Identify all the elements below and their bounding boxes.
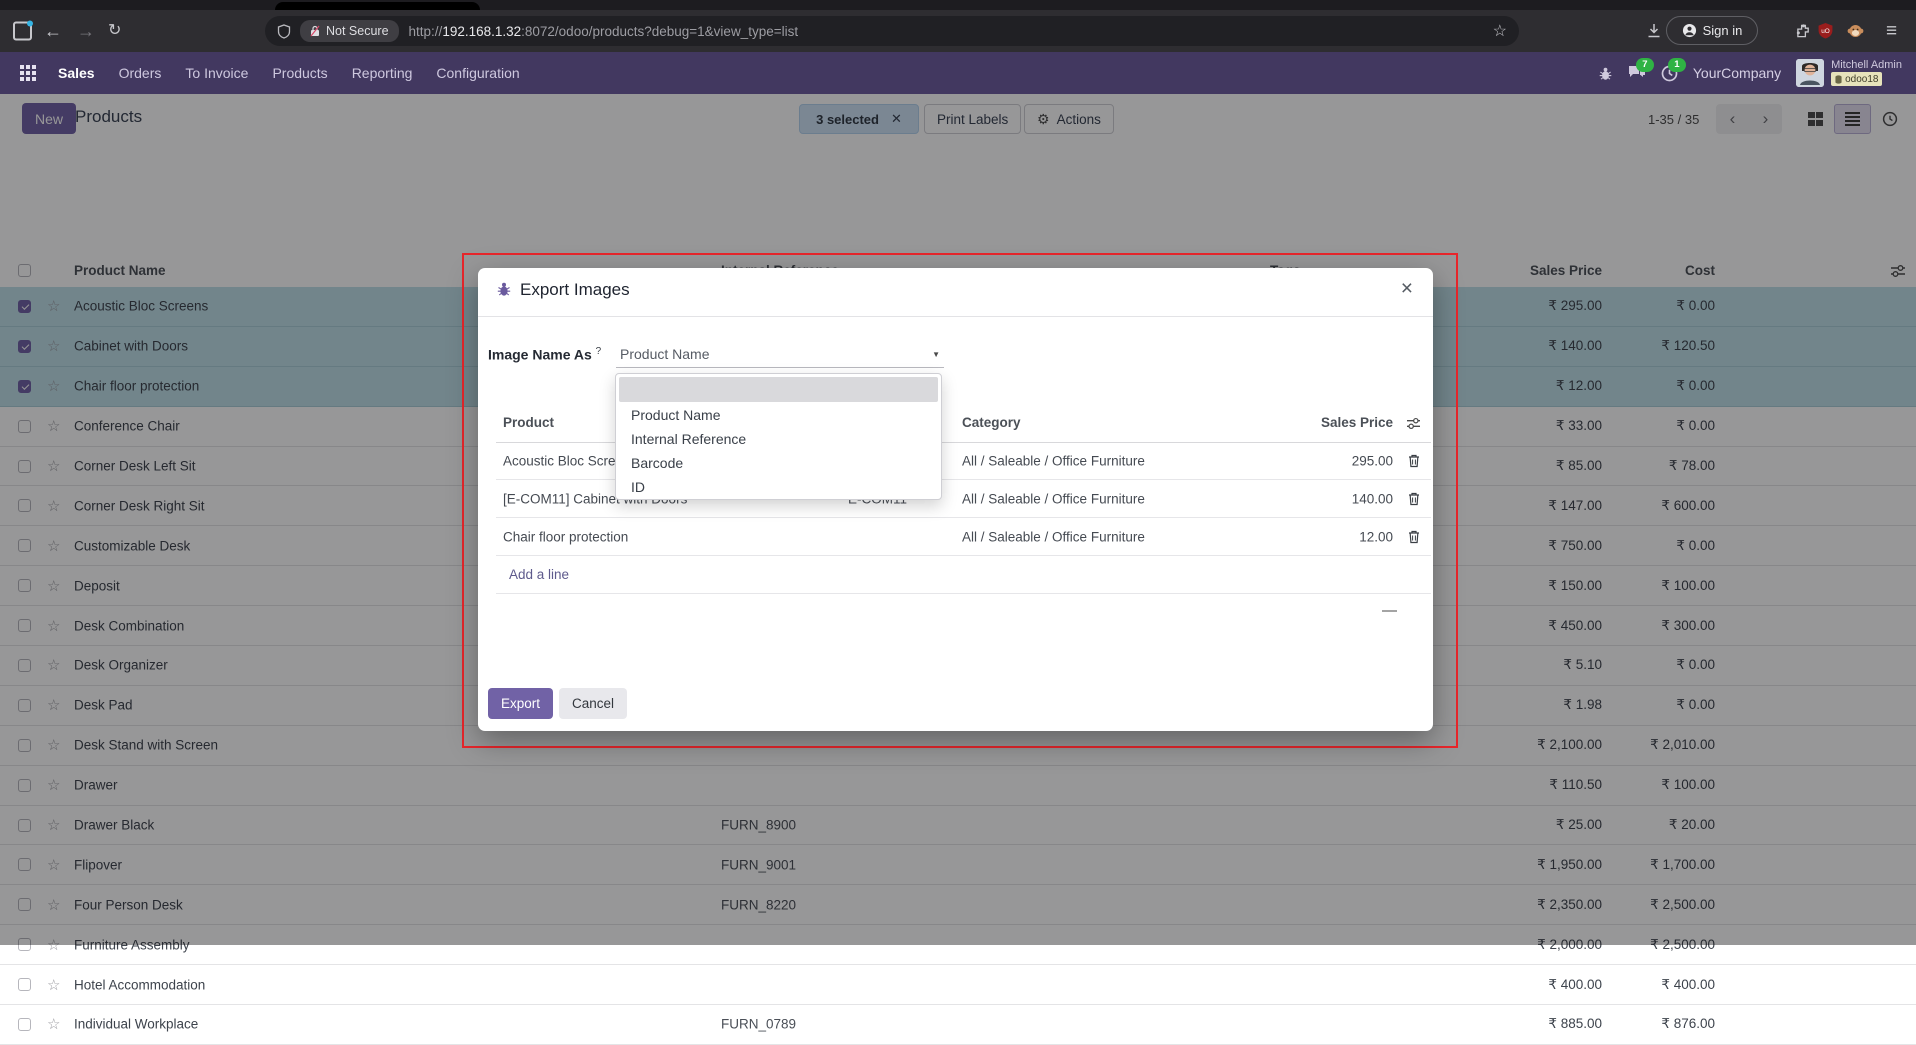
image-name-as-select[interactable]: Product Name ▼ <box>616 342 944 368</box>
back-icon[interactable]: ← <box>44 22 62 40</box>
site-info-shield-icon[interactable] <box>277 24 291 39</box>
dialog-header-product[interactable]: Product <box>503 415 554 430</box>
dialog-header-category[interactable]: Category <box>962 415 1021 430</box>
sales-price-cell: ₹ 885.00 <box>1548 1016 1602 1032</box>
select-value: Product Name <box>620 346 709 362</box>
lock-slash-icon <box>310 25 320 37</box>
delete-row-trash-icon[interactable] <box>1408 454 1420 468</box>
dropdown-option[interactable] <box>619 377 938 402</box>
dialog-header-sales-price[interactable]: Sales Price <box>1321 415 1393 430</box>
dialog-table-row[interactable]: Chair floor protection All / Saleable / … <box>496 518 1431 556</box>
apps-grid-icon[interactable] <box>20 65 36 81</box>
dropdown-option[interactable]: Internal Reference <box>619 427 938 451</box>
browser-tab-strip <box>0 0 1916 10</box>
favorite-star-icon[interactable]: ☆ <box>47 976 60 994</box>
menu-configuration[interactable]: Configuration <box>436 65 519 81</box>
image-name-as-label: Image Name As ? <box>488 346 601 363</box>
activity-count-badge: 1 <box>1668 58 1686 72</box>
user-avatar <box>1796 59 1824 87</box>
adblock-shield-icon[interactable]: uO <box>1818 23 1833 39</box>
browser-chrome: ← → ↻ Not Secure http://192.168.1.32:807… <box>0 0 1916 52</box>
url-path: :8072/odoo/products?debug=1&view_type=li… <box>521 24 798 39</box>
select-dropdown-menu: Product NameInternal ReferenceBarcodeID <box>615 373 942 500</box>
chat-count-badge: 7 <box>1636 58 1654 72</box>
dialog-product-cell: Chair floor protection <box>503 529 628 544</box>
cost-cell: ₹ 876.00 <box>1661 1016 1715 1032</box>
field-help-icon[interactable]: ? <box>596 346 602 357</box>
menu-orders[interactable]: Orders <box>119 65 162 81</box>
user-menu[interactable]: Mitchell Admin odoo18 <box>1796 58 1902 88</box>
dialog-price-cell: 140.00 <box>1352 491 1393 506</box>
profile-icon <box>1682 23 1697 38</box>
add-a-line-link[interactable]: Add a line <box>503 566 575 583</box>
odoo-navbar: Sales Orders To Invoice Products Reporti… <box>0 52 1916 94</box>
forward-icon[interactable]: → <box>77 22 95 40</box>
dialog-category-cell: All / Saleable / Office Furniture <box>962 491 1145 506</box>
internal-reference-cell: FURN_0789 <box>721 1017 796 1032</box>
extensions-puzzle-icon[interactable] <box>1796 24 1811 39</box>
row-checkbox[interactable] <box>18 1018 31 1031</box>
sales-price-cell: ₹ 400.00 <box>1548 977 1602 993</box>
add-line-row: Add a line <box>496 556 1431 594</box>
navbar-menus: Sales Orders To Invoice Products Reporti… <box>58 65 520 81</box>
not-secure-chip[interactable]: Not Secure <box>300 20 399 42</box>
sign-in-label: Sign in <box>1703 23 1743 38</box>
browser-toolbar: ← → ↻ Not Secure http://192.168.1.32:807… <box>0 10 1916 52</box>
dropdown-option[interactable]: ID <box>619 475 938 499</box>
aggregate-dash: — <box>1382 602 1397 619</box>
dropdown-option[interactable]: Product Name <box>619 403 938 427</box>
url-scheme: http:// <box>409 24 443 39</box>
browser-tab[interactable] <box>275 2 480 10</box>
dialog-category-cell: All / Saleable / Office Furniture <box>962 529 1145 544</box>
downloads-icon[interactable] <box>1646 23 1662 39</box>
discuss-chat-icon[interactable]: 7 <box>1628 65 1646 81</box>
debug-bug-icon[interactable] <box>1598 66 1613 81</box>
modal-highlight-frame: Export Images × Image Name As ? Product … <box>462 253 1458 748</box>
url-text[interactable]: http://192.168.1.32:8072/odoo/products?d… <box>409 24 799 39</box>
chevron-down-icon: ▼ <box>932 350 940 359</box>
menu-reporting[interactable]: Reporting <box>352 65 413 81</box>
address-bar[interactable]: Not Secure http://192.168.1.32:8072/odoo… <box>265 16 1519 46</box>
dialog-category-cell: All / Saleable / Office Furniture <box>962 453 1145 468</box>
menu-products[interactable]: Products <box>272 65 327 81</box>
export-images-dialog: Export Images × Image Name As ? Product … <box>478 268 1433 731</box>
dialog-column-adjust-icon[interactable] <box>1406 417 1421 430</box>
database-icon <box>1835 75 1842 84</box>
menu-to-invoice[interactable]: To Invoice <box>185 65 248 81</box>
activity-clock-icon[interactable]: 1 <box>1661 65 1678 82</box>
dialog-price-cell: 12.00 <box>1359 529 1393 544</box>
monkey-extension-icon[interactable] <box>1847 23 1864 39</box>
dialog-price-cell: 295.00 <box>1352 453 1393 468</box>
company-switcher[interactable]: YourCompany <box>1693 65 1781 81</box>
favorite-star-icon[interactable]: ☆ <box>47 1015 60 1033</box>
url-host: 192.168.1.32 <box>442 24 521 39</box>
cancel-button[interactable]: Cancel <box>559 688 627 719</box>
dialog-debug-bug-icon[interactable] <box>496 281 512 297</box>
product-name-cell: Individual Workplace <box>74 1017 198 1032</box>
table-row[interactable]: ☆ Individual Workplace FURN_0789 ₹ 885.0… <box>0 1005 1916 1045</box>
tab-overview-icon[interactable] <box>13 22 32 41</box>
row-checkbox[interactable] <box>18 978 31 991</box>
export-button[interactable]: Export <box>488 688 553 719</box>
bookmark-star-icon[interactable]: ☆ <box>1493 21 1507 41</box>
menu-sales[interactable]: Sales <box>58 65 95 81</box>
sign-in-button[interactable]: Sign in <box>1666 16 1758 45</box>
table-row[interactable]: ☆ Hotel Accommodation ₹ 400.00 ₹ 400.00 <box>0 965 1916 1005</box>
dialog-close-icon[interactable]: × <box>1395 276 1419 302</box>
svg-text:uO: uO <box>1821 28 1830 35</box>
not-secure-label: Not Secure <box>326 24 389 38</box>
database-badge: odoo18 <box>1831 72 1882 86</box>
delete-row-trash-icon[interactable] <box>1408 530 1420 544</box>
delete-row-trash-icon[interactable] <box>1408 492 1420 506</box>
dropdown-option[interactable]: Barcode <box>619 451 938 475</box>
dialog-header-divider <box>478 316 1433 317</box>
dialog-title: Export Images <box>520 280 630 300</box>
navbar-right: 7 1 YourCompany Mitchell Admin odoo18 <box>1598 58 1916 88</box>
browser-menu-icon[interactable]: ≡ <box>1886 22 1897 41</box>
product-name-cell: Hotel Accommodation <box>74 977 205 992</box>
reload-icon[interactable]: ↻ <box>108 23 121 39</box>
cost-cell: ₹ 400.00 <box>1661 977 1715 993</box>
user-name: Mitchell Admin <box>1831 59 1902 71</box>
